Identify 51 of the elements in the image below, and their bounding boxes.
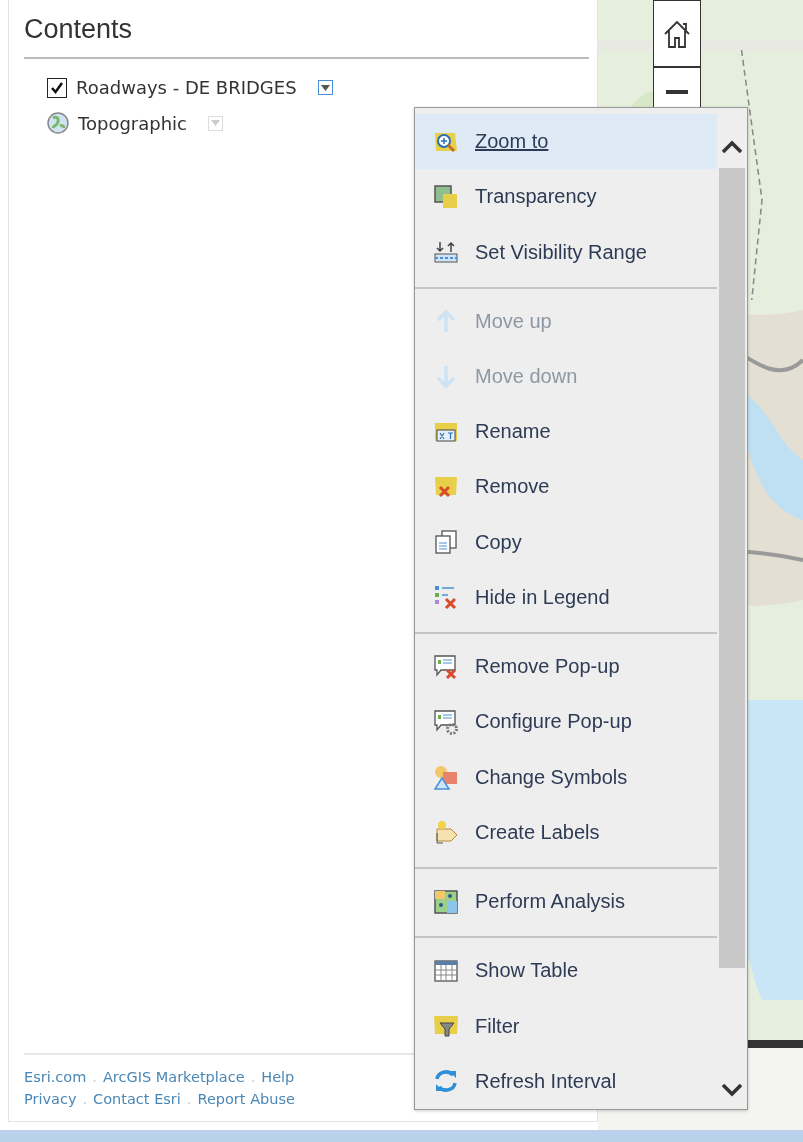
popup-gear-icon — [433, 708, 459, 735]
footer-link[interactable]: Privacy — [24, 1091, 77, 1107]
menu-item[interactable]: Change Symbols — [415, 749, 717, 805]
funnel-icon — [433, 1013, 459, 1039]
menu-item[interactable]: Rename — [415, 404, 717, 460]
panel-title: Contents — [24, 14, 589, 59]
layer-name[interactable]: Topographic — [78, 112, 187, 134]
delete-icon — [433, 474, 459, 500]
scrollbar-thumb[interactable] — [719, 168, 745, 968]
minus-icon — [666, 90, 688, 94]
menu-item[interactable]: Refresh Interval — [415, 1053, 717, 1109]
footer-link[interactable]: Contact Esri — [93, 1091, 181, 1107]
table-icon — [433, 957, 459, 984]
shapes-icon — [433, 764, 459, 791]
menu-item[interactable]: Copy — [415, 514, 717, 570]
copy-icon — [433, 529, 459, 556]
popup-delete-icon — [433, 653, 459, 680]
refresh-icon — [433, 1068, 459, 1095]
footer-link[interactable]: Help — [261, 1069, 295, 1085]
layer-checkbox[interactable] — [47, 77, 67, 98]
home-button[interactable] — [653, 0, 701, 67]
caret-icon — [320, 84, 330, 91]
layer-menu-button[interactable] — [317, 80, 333, 95]
menu-item[interactable]: Set Visibility Range — [415, 224, 717, 280]
scroll-down-icon[interactable] — [720, 1081, 744, 1099]
layer-name[interactable]: Roadways - DE BRIDGES — [76, 77, 297, 98]
menu-item[interactable]: Remove Pop-up — [415, 639, 717, 695]
menu-item[interactable]: Configure Pop-up — [415, 694, 717, 750]
link-separator: . — [82, 1091, 88, 1107]
footer-link[interactable]: Report Abuse — [197, 1091, 295, 1107]
menu-item[interactable]: Transparency — [415, 169, 717, 225]
legend-hide-icon — [433, 584, 459, 611]
link-separator: . — [92, 1069, 97, 1085]
menu-item[interactable]: Hide in Legend — [415, 569, 717, 626]
caret-icon — [211, 120, 220, 126]
scroll-up-icon[interactable] — [720, 138, 744, 156]
footer-link[interactable]: Esri.com — [24, 1069, 87, 1085]
layers-icon — [433, 183, 459, 210]
range-icon — [433, 239, 459, 266]
analysis-map-icon — [433, 888, 459, 915]
menu-item[interactable]: Remove — [415, 459, 717, 515]
menu-item[interactable]: Show Table — [415, 943, 717, 999]
menu-item[interactable]: Filter — [415, 998, 717, 1054]
menu-item[interactable]: Create Labels — [415, 804, 717, 860]
link-separator: . — [250, 1069, 256, 1085]
globe-icon — [47, 112, 69, 134]
footer-link[interactable]: ArcGIS Marketplace — [102, 1069, 245, 1085]
label-tag-icon — [433, 819, 459, 846]
link-separator: . — [186, 1091, 192, 1107]
menu-item[interactable]: Zoom to — [415, 114, 717, 170]
menu-item[interactable]: Perform Analysis — [415, 873, 717, 930]
